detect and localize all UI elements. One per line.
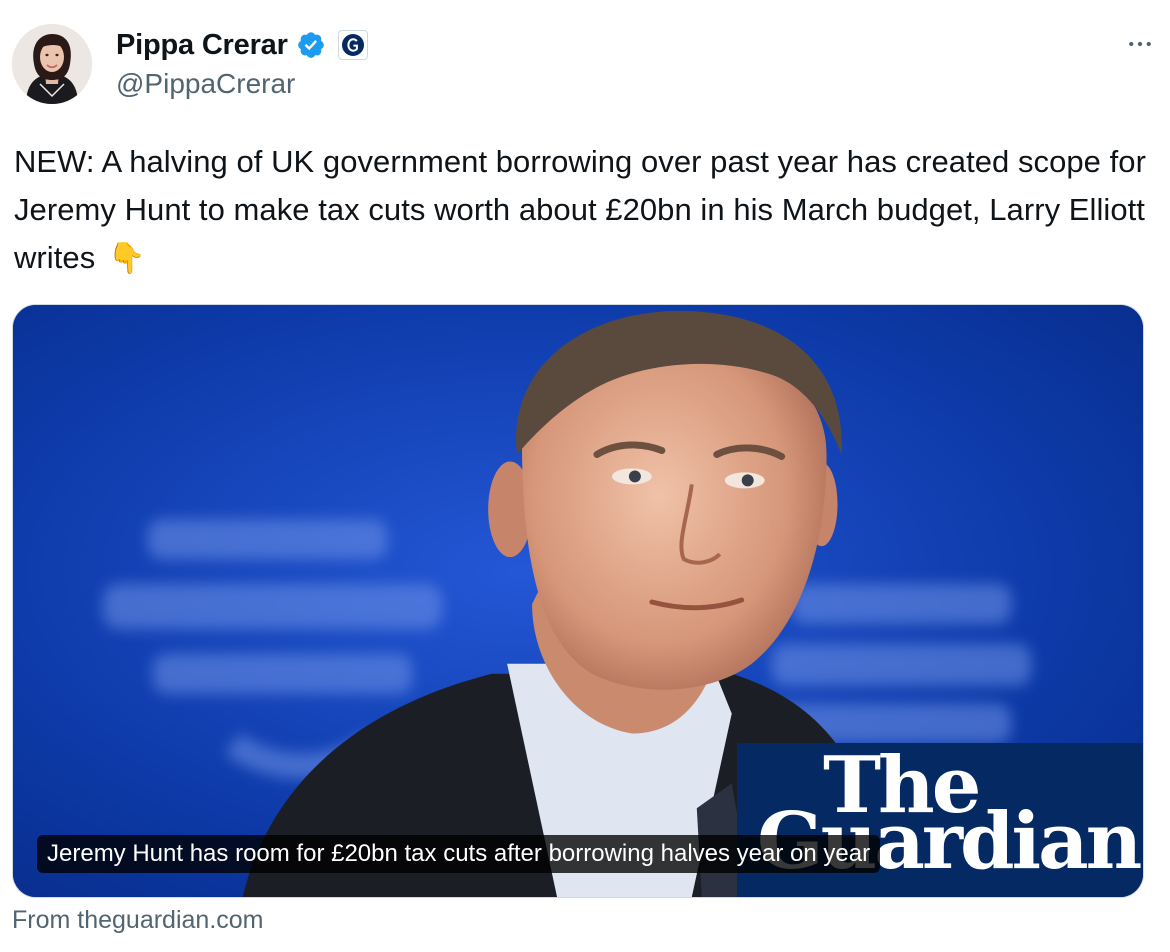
guardian-g-icon[interactable] xyxy=(337,30,368,60)
tweet-text: NEW: A halving of UK government borrowin… xyxy=(14,138,1154,283)
tweet: Pippa Crerar @PippaCrerar NEW: A halving… xyxy=(0,0,1170,952)
author-avatar[interactable] xyxy=(12,24,92,104)
more-options-button[interactable] xyxy=(1122,26,1158,62)
card-source-link[interactable]: From theguardian.com xyxy=(12,906,264,935)
author-handle[interactable]: @PippaCrerar xyxy=(116,68,295,100)
author-name-row: Pippa Crerar xyxy=(116,26,368,64)
more-dots-icon xyxy=(1129,41,1151,47)
verified-badge-icon[interactable] xyxy=(296,30,326,60)
tweet-text-body: NEW: A halving of UK government borrowin… xyxy=(14,144,1146,275)
link-card[interactable]: The Guardian Jeremy Hunt has room for £2… xyxy=(12,304,1144,898)
author-display-name[interactable]: Pippa Crerar xyxy=(116,29,288,62)
pointing-down-emoji-icon: 👇 xyxy=(107,242,146,275)
card-headline[interactable]: Jeremy Hunt has room for £20bn tax cuts … xyxy=(37,835,881,873)
guardian-logo: The Guardian xyxy=(737,743,1143,897)
avatar-image xyxy=(12,24,92,104)
